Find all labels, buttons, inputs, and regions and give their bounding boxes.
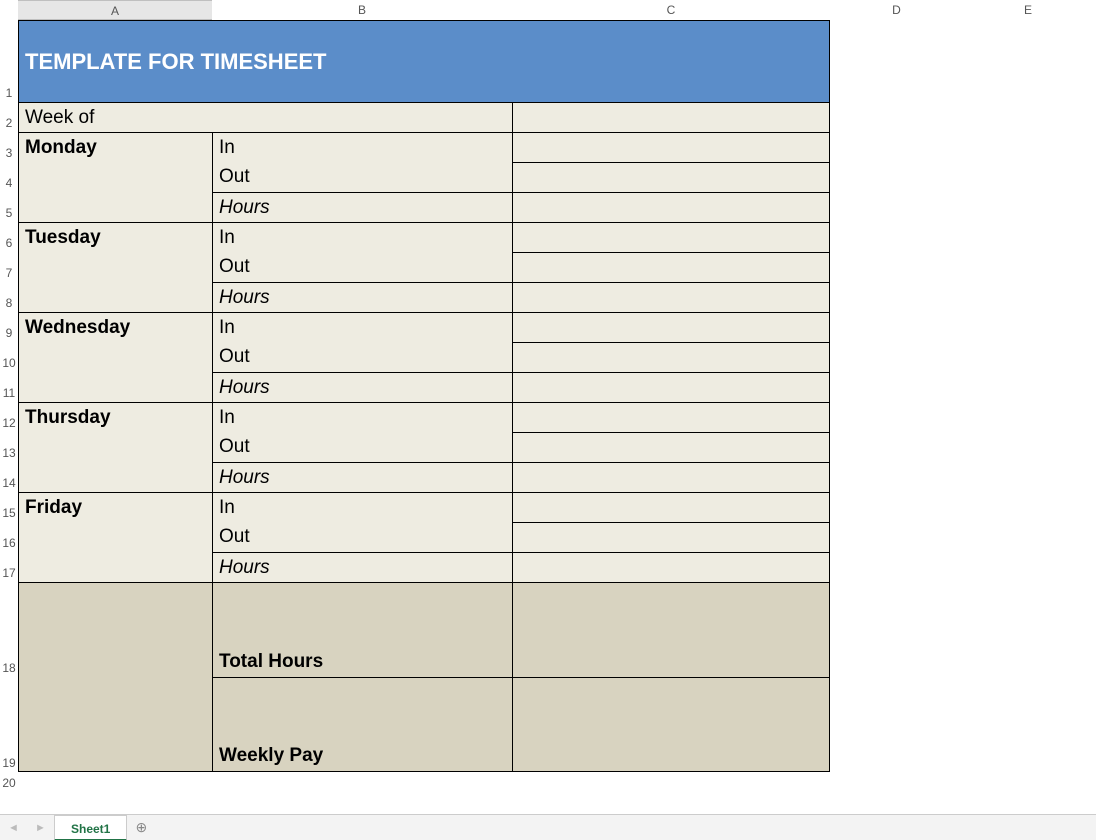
wednesday-hours-value[interactable] <box>512 372 830 402</box>
row-header-17[interactable]: 17 <box>0 552 18 582</box>
row-header-15[interactable]: 15 <box>0 492 18 522</box>
column-header-d[interactable]: D <box>830 0 963 20</box>
cell-a18[interactable] <box>18 582 212 677</box>
cell-a19[interactable] <box>18 677 212 772</box>
row-header-16[interactable]: 16 <box>0 522 18 552</box>
row-header-8[interactable]: 8 <box>0 282 18 312</box>
total-hours-label[interactable]: Total Hours <box>212 582 512 677</box>
row-header-11[interactable]: 11 <box>0 372 18 402</box>
cell-a14[interactable] <box>18 462 212 492</box>
row-header-2[interactable]: 2 <box>0 102 18 132</box>
monday-hours-value[interactable] <box>512 192 830 222</box>
row-header-12[interactable]: 12 <box>0 402 18 432</box>
thursday-hours-value[interactable] <box>512 462 830 492</box>
tuesday-in-label[interactable]: In <box>212 222 512 252</box>
tab-nav-next-icon[interactable]: ► <box>35 822 46 834</box>
friday-in-label[interactable]: In <box>212 492 512 522</box>
column-headers: A B C D E <box>0 0 1096 20</box>
cell-b2[interactable] <box>212 102 512 132</box>
wednesday-hours-label[interactable]: Hours <box>212 372 512 402</box>
row-header-13[interactable]: 13 <box>0 432 18 462</box>
cell-a16[interactable] <box>18 522 212 552</box>
cell-a10[interactable] <box>18 342 212 372</box>
worksheet-grid: TEMPLATE FOR TIMESHEET Week of Monday In… <box>18 20 830 792</box>
tuesday-hours-value[interactable] <box>512 282 830 312</box>
add-sheet-button[interactable]: ⊕ <box>127 819 155 836</box>
cell-a11[interactable] <box>18 372 212 402</box>
weekly-pay-value[interactable] <box>512 677 830 772</box>
column-header-a[interactable]: A <box>18 0 212 20</box>
row-header-9[interactable]: 9 <box>0 312 18 342</box>
cell-a5[interactable] <box>18 192 212 222</box>
row-20-blank[interactable] <box>18 772 830 792</box>
thursday-in-value[interactable] <box>512 402 830 432</box>
friday-in-value[interactable] <box>512 492 830 522</box>
row-header-19[interactable]: 19 <box>0 677 18 772</box>
day-friday[interactable]: Friday <box>18 492 212 522</box>
monday-in-label[interactable]: In <box>212 132 512 162</box>
tuesday-out-value[interactable] <box>512 252 830 282</box>
sheet-tab-bar: ◄ ► Sheet1 ⊕ <box>0 814 1096 840</box>
week-of-label[interactable]: Week of <box>18 102 212 132</box>
row-header-6[interactable]: 6 <box>0 222 18 252</box>
thursday-out-label[interactable]: Out <box>212 432 512 462</box>
thursday-out-value[interactable] <box>512 432 830 462</box>
row-header-20[interactable]: 20 <box>0 772 18 792</box>
wednesday-out-label[interactable]: Out <box>212 342 512 372</box>
cell-a8[interactable] <box>18 282 212 312</box>
tuesday-hours-label[interactable]: Hours <box>212 282 512 312</box>
day-tuesday[interactable]: Tuesday <box>18 222 212 252</box>
column-header-c[interactable]: C <box>512 0 830 20</box>
tab-nav: ◄ ► <box>0 822 54 834</box>
cell-a7[interactable] <box>18 252 212 282</box>
monday-in-value[interactable] <box>512 132 830 162</box>
day-monday[interactable]: Monday <box>18 132 212 162</box>
plus-icon: ⊕ <box>135 819 147 835</box>
empty-columns-de <box>830 20 1096 796</box>
friday-out-label[interactable]: Out <box>212 522 512 552</box>
sheet-tab-1[interactable]: Sheet1 <box>54 815 127 840</box>
row-headers: 1 2 3 4 5 6 7 8 9 10 11 12 13 14 15 16 1… <box>0 20 18 792</box>
monday-out-value[interactable] <box>512 162 830 192</box>
row-header-18[interactable]: 18 <box>0 582 18 677</box>
row-header-1[interactable]: 1 <box>0 20 18 102</box>
wednesday-out-value[interactable] <box>512 342 830 372</box>
day-thursday[interactable]: Thursday <box>18 402 212 432</box>
day-wednesday[interactable]: Wednesday <box>18 312 212 342</box>
friday-out-value[interactable] <box>512 522 830 552</box>
title-cell[interactable]: TEMPLATE FOR TIMESHEET <box>18 20 830 102</box>
tuesday-in-value[interactable] <box>512 222 830 252</box>
wednesday-in-value[interactable] <box>512 312 830 342</box>
row-header-4[interactable]: 4 <box>0 162 18 192</box>
monday-hours-label[interactable]: Hours <box>212 192 512 222</box>
row-header-3[interactable]: 3 <box>0 132 18 162</box>
row-header-14[interactable]: 14 <box>0 462 18 492</box>
friday-hours-label[interactable]: Hours <box>212 552 512 582</box>
column-header-e[interactable]: E <box>963 0 1093 20</box>
week-of-value[interactable] <box>512 102 830 132</box>
thursday-hours-label[interactable]: Hours <box>212 462 512 492</box>
wednesday-in-label[interactable]: In <box>212 312 512 342</box>
weekly-pay-label[interactable]: Weekly Pay <box>212 677 512 772</box>
thursday-in-label[interactable]: In <box>212 402 512 432</box>
tuesday-out-label[interactable]: Out <box>212 252 512 282</box>
row-header-7[interactable]: 7 <box>0 252 18 282</box>
row-header-5[interactable]: 5 <box>0 192 18 222</box>
row-header-10[interactable]: 10 <box>0 342 18 372</box>
cell-a4[interactable] <box>18 162 212 192</box>
cell-a17[interactable] <box>18 552 212 582</box>
total-hours-value[interactable] <box>512 582 830 677</box>
friday-hours-value[interactable] <box>512 552 830 582</box>
spreadsheet-viewport: A B C D E 1 2 3 4 5 6 7 8 9 10 11 12 13 … <box>0 0 1096 840</box>
column-header-b[interactable]: B <box>212 0 512 20</box>
monday-out-label[interactable]: Out <box>212 162 512 192</box>
cell-a13[interactable] <box>18 432 212 462</box>
tab-nav-prev-icon[interactable]: ◄ <box>8 822 19 834</box>
